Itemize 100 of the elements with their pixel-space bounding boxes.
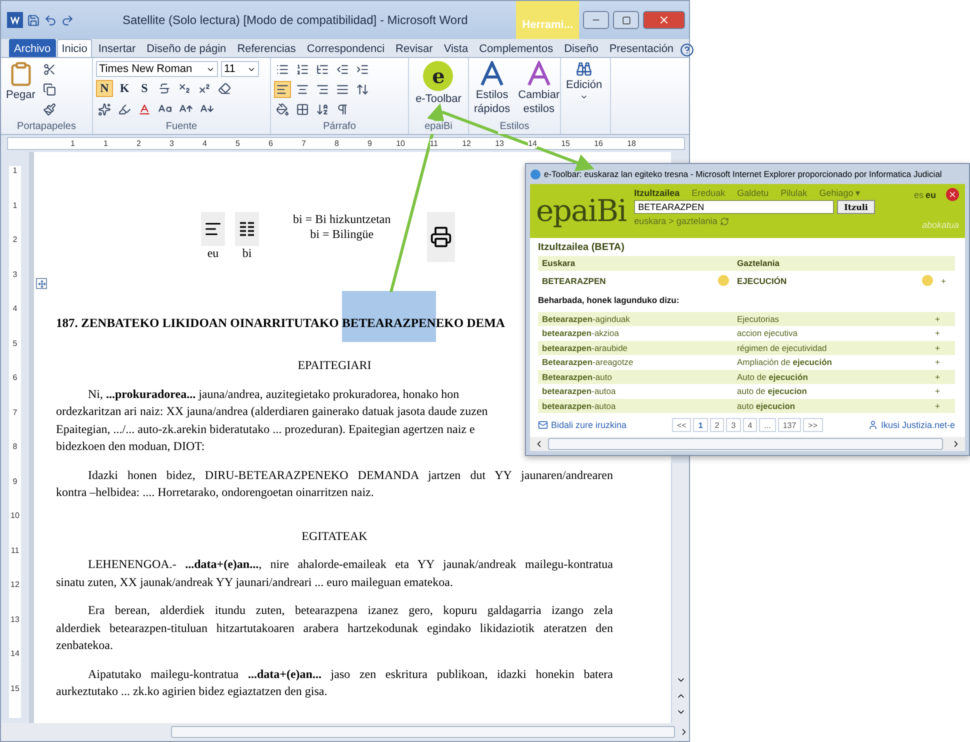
etoolbar-button[interactable]: e e-Toolbar (414, 61, 464, 121)
text-line: ordezkaritzan ari naiz: XX jauna/andrea (alderdiaren gainerako datuak jasota daude zuzen (56, 403, 488, 420)
browser-title: e-Toolbar: euskaraz lan egiteko tresna - Microsoft Internet Explorer proporcionado por Informatica Judicial (544, 169, 942, 179)
ruler-number: 10 (9, 511, 21, 546)
add-link[interactable]: + (935, 357, 951, 368)
section-title: Itzultzailea (BETA) (538, 242, 626, 253)
page-button[interactable]: 1 (693, 418, 708, 432)
ribbon-tab[interactable]: Complementos (474, 39, 558, 57)
add-link[interactable]: + (935, 386, 951, 396)
ruler-number: 8 (9, 442, 21, 476)
add-link[interactable]: + (935, 400, 951, 411)
page-button[interactable]: 3 (726, 418, 741, 432)
page-button[interactable]: >> (803, 418, 823, 432)
text-line: Epaitegian, .../... auto-zk.arekin bideratutako ... prozeduran). Epaitegian agertzen naiz e (56, 420, 475, 438)
ruler-number: 15 (561, 139, 570, 148)
nav-link[interactable]: Itzultzailea (634, 188, 680, 198)
page-button[interactable]: 2 (710, 418, 724, 432)
ribbon-tab[interactable]: Referencias (232, 39, 301, 57)
text-line: alderdiek betearazpen-tituluan hitzartutakoaren arabera hartzekodunak egindako likidaziotik ateratzen den (56, 620, 613, 637)
text-line: LEHENENGOA.- ...data+(e)an..., nire ahalorde-emaileak eta YY jaunak/andreak mailegu-kontratua (87, 556, 613, 573)
ribbon-tab[interactable]: Correspondenci (302, 39, 390, 57)
ruler-number: 12 (462, 139, 471, 148)
translate-button[interactable]: Itzuli (837, 200, 875, 214)
group-label: Portapapeles (15, 121, 78, 134)
table-cell-text: régimen de ejecutividad (737, 342, 828, 353)
page-button[interactable]: << (672, 418, 692, 432)
table-cell-text: betearazpen-autoa (542, 400, 617, 411)
ruler-number: 9 (368, 139, 372, 148)
font-name-field[interactable]: Times New Roman (96, 61, 218, 77)
ruler-number: 16 (594, 139, 603, 148)
ribbon-tab[interactable]: Inicio (56, 39, 92, 57)
page-button[interactable]: 137 (778, 418, 802, 432)
table-cell-text: Betearazpen-aginduak (542, 314, 631, 324)
section-title: EPAITEGIARI (298, 357, 372, 374)
user-name: abokatua (922, 220, 959, 230)
ruler-number: 18 (627, 139, 636, 148)
add-link[interactable]: + (935, 314, 951, 324)
search-field[interactable]: BETEARAZPEN (634, 200, 834, 214)
table-cell-text: accion ejecutiva (737, 328, 798, 338)
table-cell-text: Ejecutorias (737, 314, 780, 324)
ruler-number: 5 (236, 139, 240, 148)
feedback-link[interactable]: Bidali zure iruzkina (538, 420, 627, 430)
ruler-number: 12 (9, 580, 21, 614)
text-line: bidezkoen den moduan, DIOT: (56, 438, 205, 455)
ruler-number: 7 (302, 139, 306, 148)
ribbon-tab[interactable]: Diseño de págin (142, 39, 232, 57)
ruler-number: 14 (9, 649, 21, 684)
ruler-number: 14 (528, 139, 537, 148)
ruler-number: 1 (9, 200, 21, 235)
section-title: EGITATEAK (302, 528, 368, 544)
text-line: Aipatutako mailegu-kontratua ...data+(e)an... jaso zen eskritura publikoan, idazki honekin batera (87, 666, 613, 683)
table-cell-text: Betearazpen-areagotze (542, 357, 634, 368)
editing-button[interactable]: Edición (564, 61, 604, 134)
ruler-number: 4 (9, 304, 21, 338)
file-tab[interactable]: Archivo (9, 39, 56, 57)
ruler-number: 6 (268, 139, 273, 148)
ribbon-tab[interactable]: Vista (438, 39, 474, 57)
text-line: kontra –helbidea: .... Horretarako, ondorengoetan oinarritzen naiz. (56, 484, 375, 501)
add-link[interactable]: + (941, 276, 951, 286)
font-size-field[interactable]: 11 (221, 61, 259, 77)
page-button[interactable]: ... (759, 418, 776, 432)
text-line: Idazki honen bidez, DIRU-BETEARAZPENEKO DEMANDA jartzen dut YY jaunaren/andrearen (87, 466, 613, 484)
add-link[interactable]: + (935, 328, 951, 338)
ruler-number: 13 (495, 139, 504, 148)
suggestion-title: Beharbada, honek lagunduko dizu: (538, 294, 680, 304)
page-button[interactable]: 4 (742, 418, 758, 432)
add-link[interactable]: + (935, 372, 951, 382)
text-line: Ni, ...prokuradorea... jauna/andrea, auzitegietako prokuradorea, honako hon (87, 386, 460, 403)
ribbon-tab[interactable]: Presentación (604, 39, 679, 57)
font-style-button[interactable]: S (136, 80, 153, 97)
ruler-number: 2 (136, 139, 141, 148)
font-style-button[interactable]: N (96, 80, 113, 97)
ruler-number: 8 (334, 139, 339, 148)
paste-button[interactable]: Pegar (4, 61, 38, 121)
ruler-number: 7 (9, 408, 21, 442)
ruler-number: 6 (9, 373, 21, 408)
ribbon-tab[interactable]: Insertar (93, 39, 141, 57)
ribbon-tab[interactable]: Revisar (390, 39, 438, 57)
language-link[interactable]: eu (925, 190, 936, 200)
text-line: aurkeztutako ... zk.ko agirien bidez egiaztatzen den gisa. (56, 683, 328, 700)
text-line: zenbatekoa. (56, 637, 114, 654)
ribbon-tab[interactable]: Diseño (559, 39, 604, 57)
site-logo[interactable]: epaiBi (536, 194, 626, 228)
change-styles-button[interactable]: Cambiar estilos (516, 61, 562, 121)
ruler-number: 1 (70, 139, 75, 148)
table-cell-text: Betearazpen-auto (542, 372, 613, 382)
table-cell-text: betearazpen-araubide (542, 342, 629, 353)
ruler-number: 4 (202, 139, 207, 148)
legend-text: bi = Bilingüe (310, 227, 374, 242)
add-link[interactable]: + (935, 342, 951, 353)
ruler-number: 13 (9, 614, 21, 649)
font-style-button[interactable]: K (116, 80, 133, 97)
table-cell-text: EJECUCIÓN (737, 276, 788, 286)
ruler-number: 15 (9, 684, 21, 718)
table-cell-text: auto ejecucion (737, 400, 796, 411)
justizia-link[interactable]: Ikusi Justizia.net-e (868, 420, 955, 430)
group-label: Estilos (498, 121, 532, 134)
quick-styles-button[interactable]: Estilos rápidos (472, 61, 512, 121)
table-cell-text: Ampliación de ejecución (737, 357, 833, 368)
table-cell-text: betearazpen-autoa (542, 386, 617, 396)
